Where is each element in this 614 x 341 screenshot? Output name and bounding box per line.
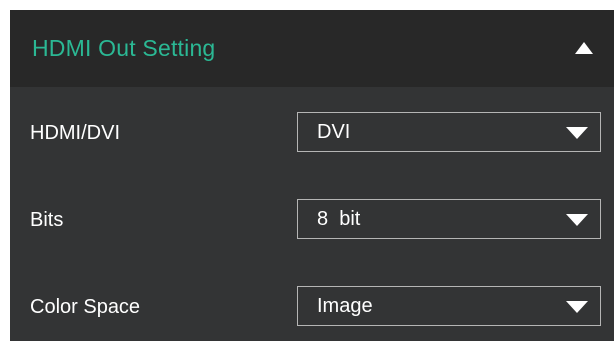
setting-row-bits: Bits 8 bit: [10, 185, 614, 255]
bits-value: 8 bit: [317, 208, 361, 230]
color-space-label: Color Space: [30, 296, 141, 318]
panel-title: HDMI Out Setting: [32, 35, 216, 61]
panel-header[interactable]: HDMI Out Setting: [10, 10, 614, 87]
hdmi-dvi-value: DVI: [317, 121, 351, 143]
setting-row-hdmi-dvi: HDMI/DVI DVI: [10, 98, 614, 168]
triangle-down-icon: [566, 301, 588, 313]
triangle-down-icon: [566, 214, 588, 226]
bits-select[interactable]: 8 bit: [297, 199, 601, 239]
triangle-down-icon: [566, 127, 588, 139]
hdmi-out-setting-panel: HDMI Out Setting HDMI/DVI DVI Bits 8 bit…: [10, 10, 614, 341]
color-space-value: Image: [317, 295, 373, 317]
hdmi-dvi-select[interactable]: DVI: [297, 112, 601, 152]
hdmi-dvi-label: HDMI/DVI: [30, 122, 120, 144]
color-space-select[interactable]: Image: [297, 286, 601, 326]
setting-row-color-space: Color Space Image: [10, 272, 614, 341]
bits-label: Bits: [30, 209, 64, 231]
triangle-up-icon: [575, 42, 593, 54]
collapse-button[interactable]: [554, 10, 614, 87]
